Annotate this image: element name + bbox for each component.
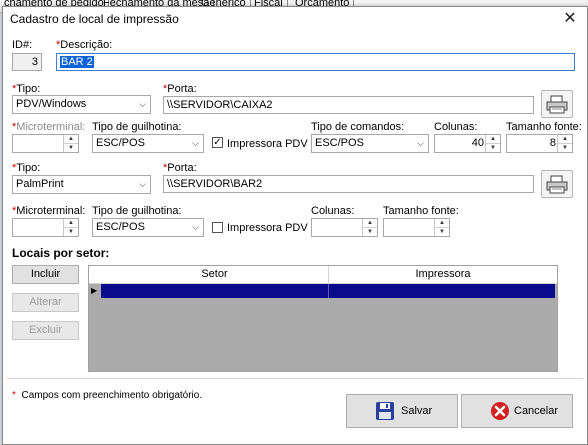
tipo-label-text: Tipo:	[16, 83, 41, 95]
required-mark: *	[12, 390, 16, 401]
salvar-label: Salvar	[401, 405, 433, 417]
guilhotina-select-1[interactable]: ESC/POS ⌵	[92, 134, 204, 153]
fonte-spinner-2[interactable]: ▲ ▼	[383, 218, 450, 237]
comandos-label: Tipo de comandos:	[311, 121, 405, 133]
chevron-down-icon: ⌵	[417, 138, 424, 148]
guilhotina-select-2[interactable]: ESC/POS ⌵	[92, 218, 204, 237]
fonte-label-1: Tamanho fonte:	[506, 121, 582, 133]
microterminal-label-1: *Microterminal:	[12, 121, 85, 133]
spinner-arrows[interactable]: ▲ ▼	[485, 135, 500, 152]
comandos-value: ESC/POS	[315, 137, 364, 149]
grid-column-divider	[328, 284, 329, 298]
tipo-select-2[interactable]: PalmPrint ⌵	[12, 175, 151, 194]
grid-header-setor[interactable]: Setor	[101, 266, 329, 284]
microterminal-label-2: *Microterminal:	[12, 205, 85, 217]
printer-button-1[interactable]	[541, 90, 573, 118]
descricao-selected-text: BAR 2	[60, 56, 94, 68]
guilhotina-label-1: Tipo de guilhotina:	[92, 121, 182, 133]
chevron-down-icon: ⌵	[139, 179, 146, 189]
tipo-select-1[interactable]: PDV/Windows ⌵	[12, 95, 151, 114]
microterminal-label-text: Microterminal:	[16, 121, 86, 133]
arrow-down-icon[interactable]: ▼	[435, 228, 449, 236]
colunas-label-1: Colunas:	[434, 121, 478, 133]
tipo-value: PDV/Windows	[16, 98, 87, 110]
microterminal-spinner-2[interactable]: ▲ ▼	[12, 218, 79, 237]
microterminal-label-text: Microterminal:	[16, 205, 86, 217]
chevron-down-icon: ⌵	[192, 138, 199, 148]
cancel-icon	[491, 402, 509, 420]
dialog-title: Cadastro de local de impressão	[10, 12, 179, 26]
tipo-label-text: Tipo:	[16, 162, 41, 174]
chevron-down-icon: ⌵	[192, 222, 199, 232]
floppy-disk-icon	[376, 402, 394, 420]
spinner-arrows[interactable]: ▲ ▼	[362, 219, 377, 236]
porta-label-1: *Porta:	[163, 83, 197, 95]
print-location-dialog: Cadastro de local de impressão ✕ ID#: 3 …	[2, 6, 588, 445]
arrow-down-icon[interactable]: ▼	[363, 228, 377, 236]
porta-label-text: Porta:	[167, 162, 197, 174]
porta-input-1[interactable]: \\SERVIDOR\CAIXA2	[163, 96, 534, 114]
fonte-spinner-1[interactable]: 8 ▲ ▼	[506, 134, 573, 153]
printer-icon	[546, 95, 568, 114]
close-icon[interactable]: ✕	[559, 9, 581, 29]
arrow-up-icon[interactable]: ▲	[64, 135, 78, 144]
spinner-arrows[interactable]: ▲ ▼	[557, 135, 572, 152]
guilhotina-value: ESC/POS	[96, 137, 145, 149]
alterar-button[interactable]: Alterar	[12, 293, 79, 312]
incluir-button[interactable]: Incluir	[12, 265, 79, 284]
arrow-up-icon[interactable]: ▲	[558, 135, 572, 144]
cancelar-button[interactable]: Cancelar	[461, 394, 573, 428]
footer-divider	[7, 378, 583, 379]
printer-icon	[546, 175, 568, 194]
setor-grid[interactable]: Setor Impressora ▶	[88, 265, 558, 372]
excluir-button[interactable]: Excluir	[12, 321, 79, 340]
colunas-label-2: Colunas:	[311, 205, 355, 217]
id-field: 3	[12, 53, 42, 71]
descricao-label-text: Descrição:	[60, 39, 113, 51]
tipo-value: PalmPrint	[16, 178, 64, 190]
fonte-label-2: Tamanho fonte:	[383, 205, 459, 217]
cancelar-label: Cancelar	[514, 405, 559, 417]
fonte-value: 8	[549, 137, 556, 149]
grid-header-impressora[interactable]: Impressora	[329, 266, 557, 284]
descricao-input[interactable]: BAR 2	[56, 53, 575, 71]
locais-heading: Locais por setor:	[12, 246, 110, 260]
required-note: * Campos com preenchimento obrigatório.	[12, 390, 202, 401]
porta-input-2[interactable]: \\SERVIDOR\BAR2	[163, 175, 534, 193]
colunas-spinner-1[interactable]: 40 ▲ ▼	[434, 134, 501, 153]
tipo-label-1: *Tipo:	[12, 83, 40, 95]
spinner-arrows[interactable]: ▲ ▼	[63, 219, 78, 236]
impressora-pdv-checkbox-2[interactable]	[212, 222, 223, 233]
colunas-spinner-2[interactable]: ▲ ▼	[311, 218, 378, 237]
porta-label-2: *Porta:	[163, 162, 197, 174]
guilhotina-value: ESC/POS	[96, 221, 145, 233]
impressora-pdv-checkbox-1[interactable]: ✓	[212, 137, 223, 148]
guilhotina-label-2: Tipo de guilhotina:	[92, 205, 182, 217]
tipo-label-2: *Tipo:	[12, 162, 40, 174]
spinner-arrows[interactable]: ▲ ▼	[63, 135, 78, 152]
salvar-button[interactable]: Salvar	[346, 394, 458, 428]
chevron-down-icon: ⌵	[139, 99, 146, 109]
printer-button-2[interactable]	[541, 170, 573, 198]
porta-label-text: Porta:	[167, 83, 197, 95]
colunas-value: 40	[471, 137, 484, 149]
arrow-up-icon[interactable]: ▲	[486, 135, 500, 144]
required-note-text: Campos com preenchimento obrigatório.	[21, 390, 203, 401]
descricao-label: *Descrição:	[56, 39, 112, 51]
arrow-down-icon[interactable]: ▼	[64, 144, 78, 152]
arrow-down-icon[interactable]: ▼	[64, 228, 78, 236]
arrow-down-icon[interactable]: ▼	[486, 144, 500, 152]
checkmark-icon: ✓	[213, 137, 222, 148]
comandos-select[interactable]: ESC/POS ⌵	[311, 134, 429, 153]
microterminal-spinner-1[interactable]: ▲ ▼	[12, 134, 79, 153]
id-label: ID#:	[12, 39, 33, 51]
spinner-arrows[interactable]: ▲ ▼	[434, 219, 449, 236]
row-indicator-icon: ▶	[91, 286, 98, 295]
arrow-up-icon[interactable]: ▲	[64, 219, 78, 228]
arrow-up-icon[interactable]: ▲	[363, 219, 377, 228]
impressora-pdv-label-1: Impressora PDV	[227, 138, 308, 150]
arrow-down-icon[interactable]: ▼	[558, 144, 572, 152]
arrow-up-icon[interactable]: ▲	[435, 219, 449, 228]
impressora-pdv-label-2: Impressora PDV	[227, 222, 308, 234]
